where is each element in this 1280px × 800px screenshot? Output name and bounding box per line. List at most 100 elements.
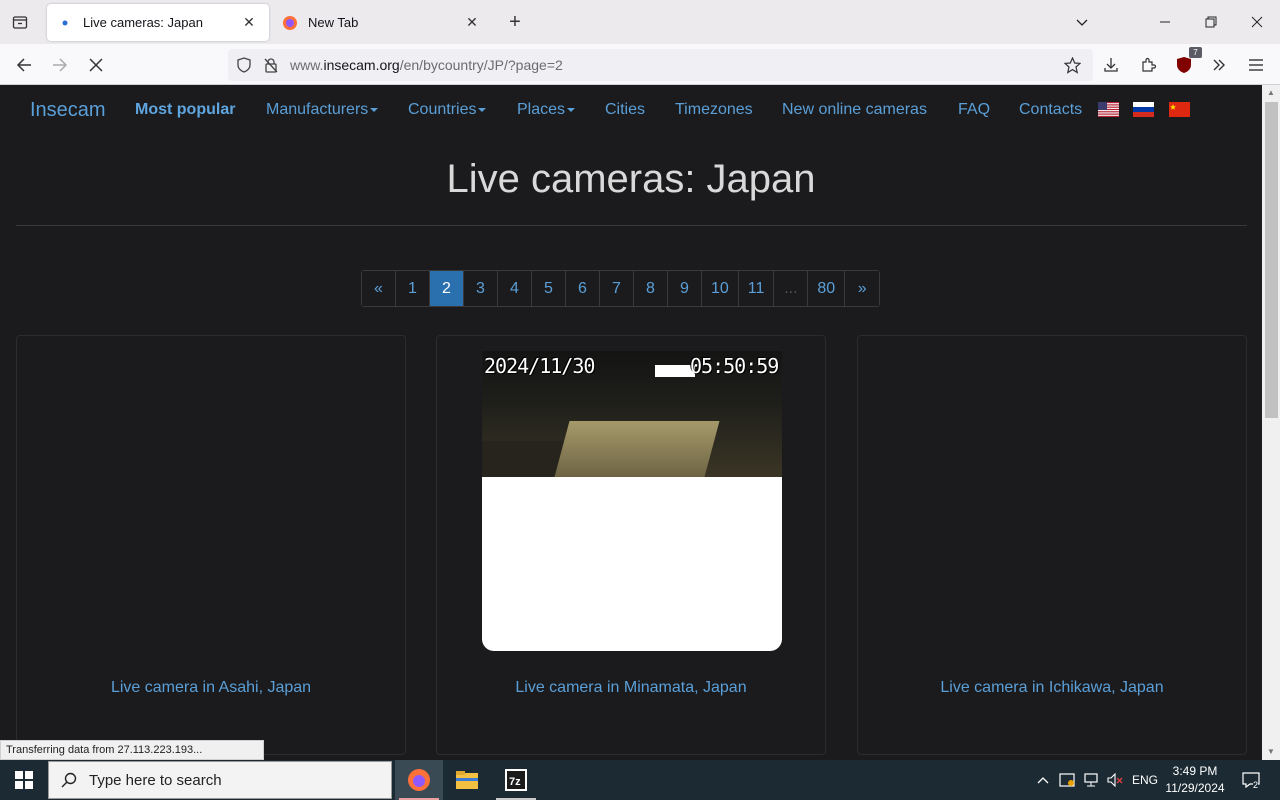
url-prefix: www.: [290, 57, 324, 73]
back-arrow-icon[interactable]: [11, 52, 37, 78]
pagination: «1 2 3 4 5 6 7 8 9 10 11... 80»: [361, 270, 881, 307]
hamburger-menu-icon[interactable]: [1243, 52, 1269, 78]
nav-most-popular[interactable]: Most popular: [135, 101, 235, 119]
page-link[interactable]: 80: [808, 271, 846, 306]
volume-muted-icon[interactable]: [1105, 760, 1125, 800]
extensions-puzzle-icon[interactable]: [1135, 52, 1161, 78]
page-link[interactable]: 7: [600, 271, 634, 306]
search-placeholder: Type here to search: [89, 771, 222, 789]
status-bar-text: Transferring data from 27.113.223.193...: [0, 740, 264, 760]
new-tab-icon[interactable]: +: [504, 11, 526, 33]
url-host: insecam.org: [323, 57, 400, 73]
page-ellipsis: ...: [774, 271, 809, 306]
tab-new-tab[interactable]: New Tab ✕: [272, 4, 492, 41]
page-next-link[interactable]: »: [845, 271, 880, 306]
page-link[interactable]: 9: [668, 271, 702, 306]
taskbar-7zip[interactable]: 7z: [492, 760, 540, 800]
tab-title: New Tab: [308, 15, 359, 30]
us-flag-icon[interactable]: [1098, 102, 1119, 117]
navigation-toolbar: www.insecam.org/en/bycountry/JP/?page=2 …: [0, 44, 1280, 85]
clock-time: 3:49 PM: [1172, 764, 1218, 778]
nav-countries-label: Countries: [408, 101, 477, 118]
camera-overlay-time: 05:50:59: [690, 354, 779, 378]
nav-places[interactable]: Places: [517, 101, 576, 119]
site-brand-link[interactable]: Insecam: [30, 99, 106, 122]
security-tray-icon[interactable]: [1057, 760, 1077, 800]
page-link[interactable]: 5: [532, 271, 566, 306]
downloads-icon[interactable]: [1098, 52, 1124, 78]
site-navbar: Insecam Most popular Manufacturers Count…: [0, 85, 1262, 135]
camera-card[interactable]: Live camera in Asahi, Japan: [16, 335, 406, 755]
language-indicator[interactable]: ENG: [1130, 760, 1160, 800]
nav-cities[interactable]: Cities: [605, 101, 645, 119]
minimize-icon[interactable]: [1142, 6, 1188, 38]
tab-strip: Live cameras: Japan ✕ New Tab ✕ +: [0, 0, 1280, 44]
caret-down-icon: [370, 107, 379, 112]
camera-overlay-date: 2024/11/30: [484, 354, 595, 378]
page-link[interactable]: 11: [738, 271, 775, 306]
tab-close-icon[interactable]: ✕: [462, 13, 482, 33]
chevron-down-icon[interactable]: [1059, 6, 1105, 38]
web-page: Insecam Most popular Manufacturers Count…: [0, 85, 1262, 760]
browser-window: Live cameras: Japan ✕ New Tab ✕ + www.in…: [0, 0, 1280, 800]
stop-loading-icon[interactable]: [83, 52, 109, 78]
windows-start-icon[interactable]: [0, 760, 48, 800]
page-scrollbar[interactable]: ▲ ▼: [1262, 85, 1280, 760]
svg-text:7z: 7z: [509, 776, 521, 788]
page-link[interactable]: 4: [498, 271, 532, 306]
taskbar-firefox[interactable]: [395, 760, 443, 800]
restore-icon[interactable]: [1188, 6, 1234, 38]
taskbar-clock[interactable]: 3:49 PM 11/29/2024: [1160, 763, 1230, 797]
tab-title: Live cameras: Japan: [83, 15, 203, 30]
camera-feed-dark-area: 2024/11/30 05:50:59: [482, 351, 782, 477]
camera-caption-link[interactable]: Live camera in Minamata, Japan: [437, 679, 825, 697]
nav-countries[interactable]: Countries: [408, 101, 487, 119]
show-hidden-icons-chevron-icon[interactable]: [1034, 760, 1052, 800]
shield-icon[interactable]: [235, 56, 253, 74]
ublock-shield-icon[interactable]: 7: [1171, 47, 1202, 78]
loading-dot-icon: [57, 15, 73, 31]
nav-new-online-cameras[interactable]: New online cameras: [782, 101, 927, 119]
divider: [16, 225, 1247, 226]
china-flag-icon[interactable]: [1169, 102, 1190, 117]
notification-center-icon[interactable]: 2: [1236, 760, 1266, 800]
scrollbar-thumb[interactable]: [1265, 102, 1278, 418]
nav-contacts[interactable]: Contacts: [1019, 101, 1082, 119]
windows-taskbar: Type here to search 7z ENG 3:49 PM 11/29…: [0, 760, 1280, 800]
nav-manufacturers-label: Manufacturers: [266, 101, 369, 118]
url-text[interactable]: www.insecam.org/en/bycountry/JP/?page=2: [290, 57, 563, 73]
tab-list-icon[interactable]: [8, 10, 32, 34]
nav-timezones[interactable]: Timezones: [675, 101, 753, 119]
page-link[interactable]: 1: [396, 271, 430, 306]
nav-faq[interactable]: FAQ: [958, 101, 990, 119]
page-link[interactable]: 3: [464, 271, 498, 306]
page-link-current[interactable]: 2: [430, 271, 464, 306]
insecure-lock-icon[interactable]: [262, 56, 280, 74]
page-link[interactable]: 6: [566, 271, 600, 306]
page-link[interactable]: 10: [702, 271, 739, 306]
camera-card[interactable]: Live camera in Ichikawa, Japan: [857, 335, 1247, 755]
extension-badge: 7: [1189, 47, 1202, 58]
page-prev-link[interactable]: «: [362, 271, 396, 306]
camera-caption-link[interactable]: Live camera in Ichikawa, Japan: [858, 679, 1246, 697]
russia-flag-icon[interactable]: [1133, 102, 1154, 117]
forward-arrow-icon[interactable]: [47, 52, 73, 78]
scroll-down-icon[interactable]: ▼: [1266, 747, 1276, 757]
bookmark-star-icon[interactable]: [1063, 56, 1081, 74]
network-icon[interactable]: [1081, 760, 1101, 800]
caret-down-icon: [567, 107, 576, 112]
address-bar[interactable]: www.insecam.org/en/bycountry/JP/?page=2: [228, 49, 1093, 81]
nav-manufacturers[interactable]: Manufacturers: [266, 101, 379, 119]
more-tools-chevron-icon[interactable]: [1206, 52, 1232, 78]
close-window-icon[interactable]: [1234, 6, 1280, 38]
tab-close-icon[interactable]: ✕: [239, 13, 259, 33]
tab-live-cameras[interactable]: Live cameras: Japan ✕: [47, 4, 269, 41]
scroll-up-icon[interactable]: ▲: [1266, 88, 1276, 98]
taskbar-file-explorer[interactable]: [443, 760, 491, 800]
clock-date: 11/29/2024: [1165, 781, 1225, 795]
camera-snapshot-image[interactable]: 2024/11/30 05:50:59: [482, 351, 782, 651]
camera-caption-link[interactable]: Live camera in Asahi, Japan: [17, 679, 405, 697]
page-link[interactable]: 8: [634, 271, 668, 306]
camera-card[interactable]: 2024/11/30 05:50:59 Live camera in Minam…: [436, 335, 826, 755]
taskbar-search-box[interactable]: Type here to search: [48, 761, 392, 799]
